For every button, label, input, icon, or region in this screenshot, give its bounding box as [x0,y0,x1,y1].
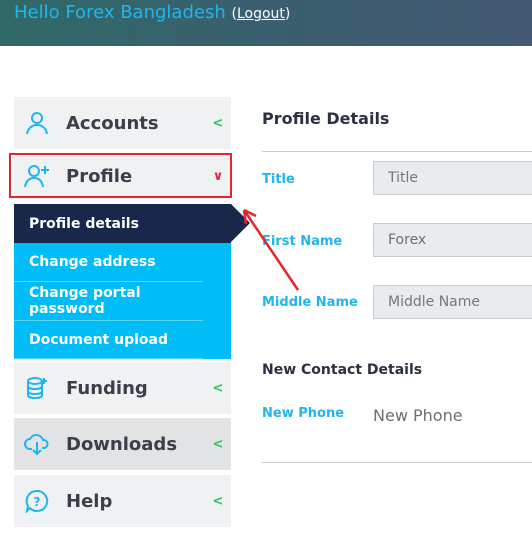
red-arrow-annotation [242,208,300,291]
